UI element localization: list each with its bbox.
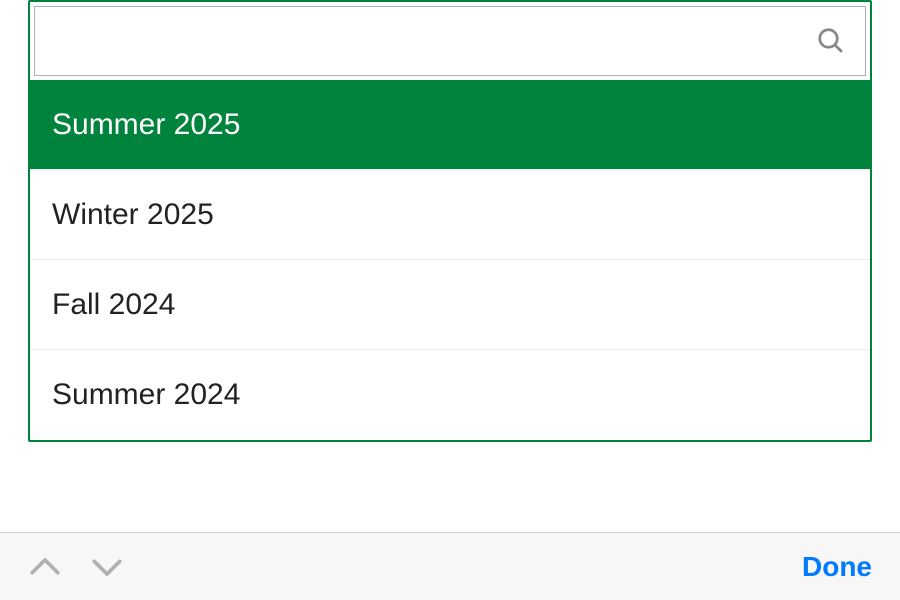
done-label: Done bbox=[802, 551, 872, 582]
term-select-dropdown: Summer 2025 Winter 2025 Fall 2024 Summer… bbox=[28, 0, 872, 442]
option-label: Winter 2025 bbox=[52, 198, 214, 232]
option-item[interactable]: Summer 2025 bbox=[30, 80, 870, 170]
search-row bbox=[34, 6, 866, 76]
option-label: Summer 2024 bbox=[52, 378, 240, 412]
options-list: Summer 2025 Winter 2025 Fall 2024 Summer… bbox=[30, 80, 870, 440]
option-item[interactable]: Fall 2024 bbox=[30, 260, 870, 350]
search-icon[interactable] bbox=[811, 21, 851, 61]
nav-arrows bbox=[28, 553, 124, 581]
search-input[interactable] bbox=[49, 7, 811, 75]
option-item[interactable]: Summer 2024 bbox=[30, 350, 870, 440]
done-button[interactable]: Done bbox=[802, 551, 872, 583]
keyboard-accessory-bar: Done bbox=[0, 532, 900, 600]
option-label: Summer 2025 bbox=[52, 108, 240, 142]
chevron-down-icon[interactable] bbox=[90, 553, 124, 581]
chevron-up-icon[interactable] bbox=[28, 553, 62, 581]
option-item[interactable]: Winter 2025 bbox=[30, 170, 870, 260]
option-label: Fall 2024 bbox=[52, 288, 175, 322]
